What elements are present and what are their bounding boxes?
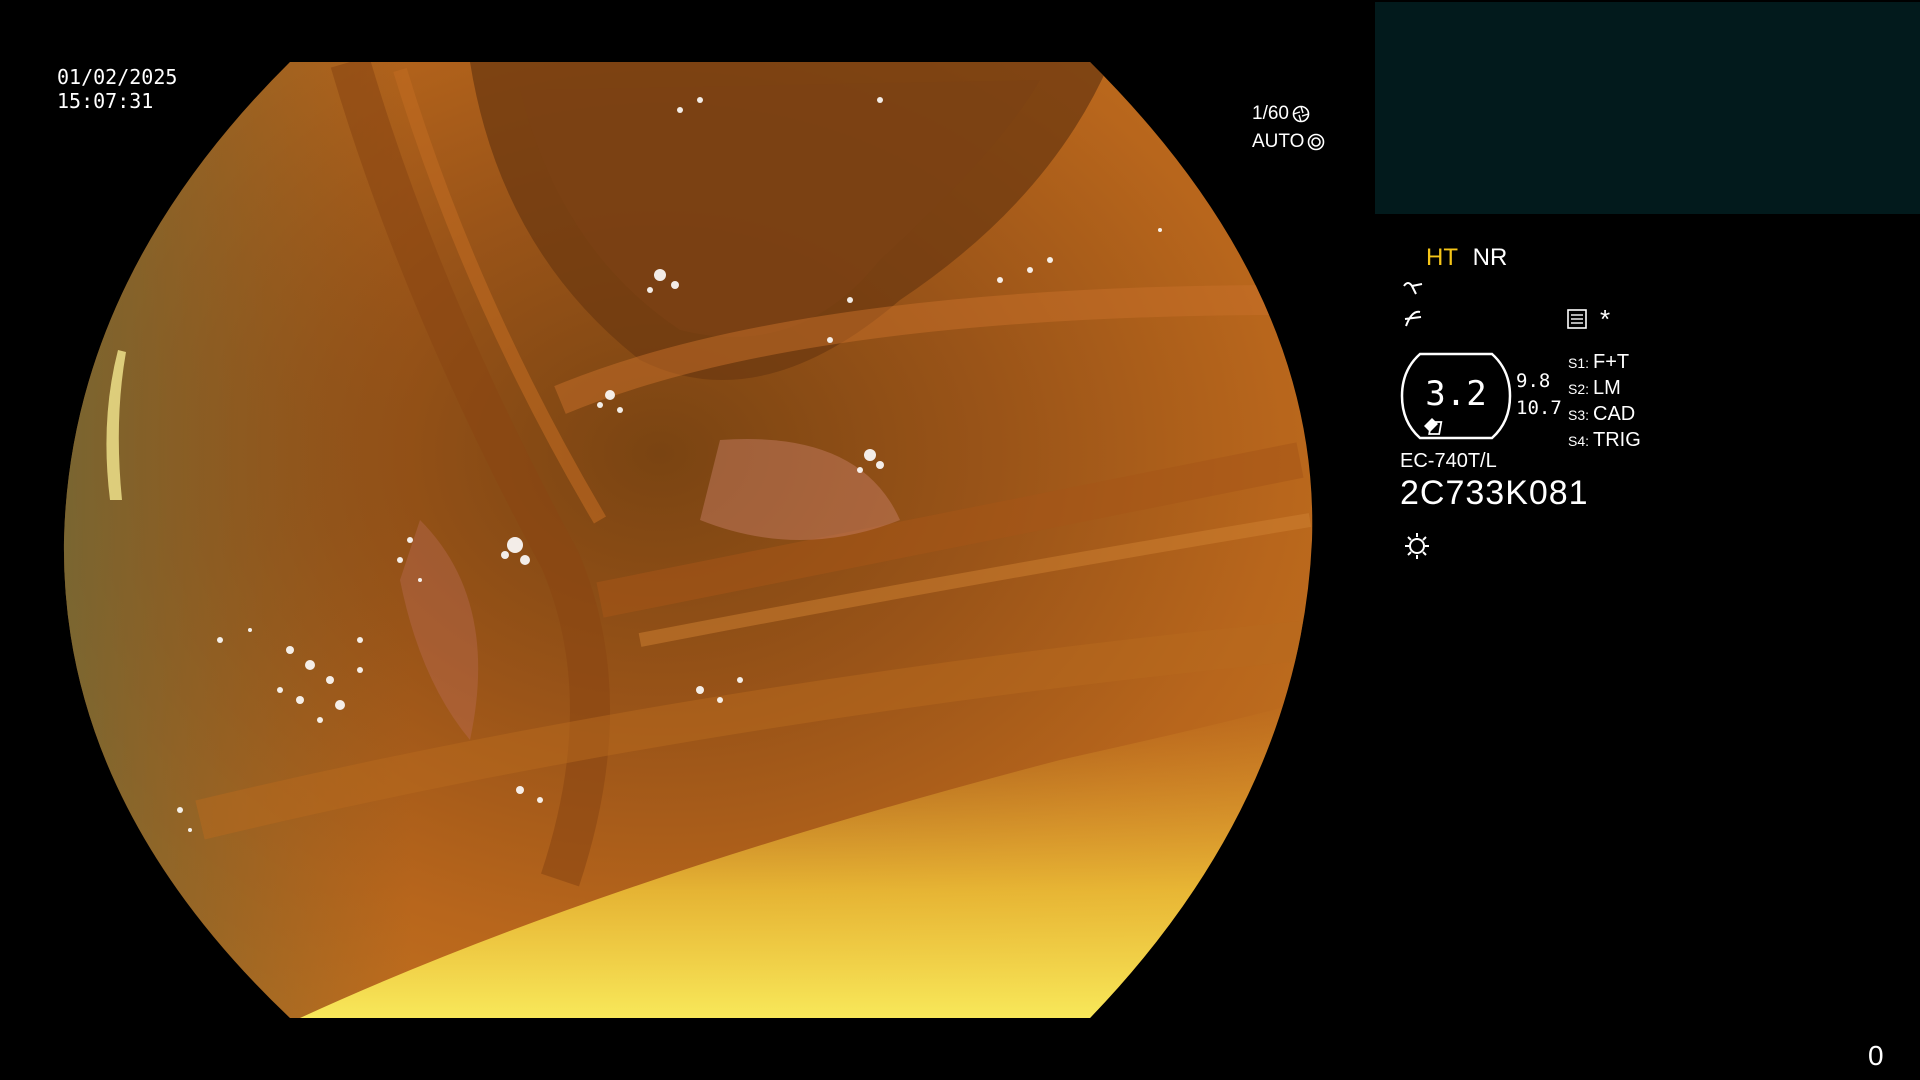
switch-item: S4: TRIG — [1568, 429, 1641, 451]
date-time: 01/02/2025 15:07:31 — [57, 65, 177, 113]
nr-label: NR — [1472, 244, 1508, 271]
shutter-icon — [1292, 105, 1310, 123]
endoscope-image — [63, 62, 1313, 1018]
ring-value: 3.2 — [1425, 374, 1487, 414]
shutter-speed-text: 1/60 — [1252, 103, 1289, 124]
info-panel: HT NR * 3.2 9.8 10.7 S1: F+T S2: LM S3: CAD… — [1400, 240, 1920, 570]
shutter-iris-indicator: 1/60 AUTO — [1252, 100, 1325, 156]
side-values: 9.8 10.7 — [1516, 368, 1562, 422]
asterisk-mark: * — [1600, 304, 1611, 334]
iris-mode-text: AUTO — [1252, 131, 1305, 152]
side-value-1: 9.8 — [1516, 370, 1551, 392]
endoscope-view — [0, 0, 1375, 1080]
switch-item: S1: F+T — [1568, 351, 1630, 373]
light-source-icon — [1405, 533, 1429, 559]
image-counter: 0 — [1868, 1040, 1884, 1071]
switch-item: S2: LM — [1568, 377, 1621, 399]
structure-icon — [1404, 310, 1422, 327]
ht-label: HT — [1426, 244, 1458, 271]
ht-nr-indicator: HT NR — [1426, 244, 1507, 272]
enhancement-icon — [1403, 282, 1423, 295]
scope-serial: 2C733K081 — [1400, 474, 1589, 512]
switch-item: S3: CAD — [1568, 403, 1636, 425]
date-text: 01/02/2025 — [57, 65, 178, 89]
side-value-2: 10.7 — [1516, 397, 1562, 419]
scope-model: EC-740T/L — [1400, 450, 1497, 472]
thumbnail-area — [1375, 2, 1920, 214]
switch-assignments: S1: F+T S2: LM S3: CAD S4: TRIG — [1568, 350, 1641, 454]
iris-icon — [1308, 133, 1325, 151]
settings-list-icon — [1567, 309, 1587, 329]
time-text: 15:07:31 — [57, 89, 154, 113]
